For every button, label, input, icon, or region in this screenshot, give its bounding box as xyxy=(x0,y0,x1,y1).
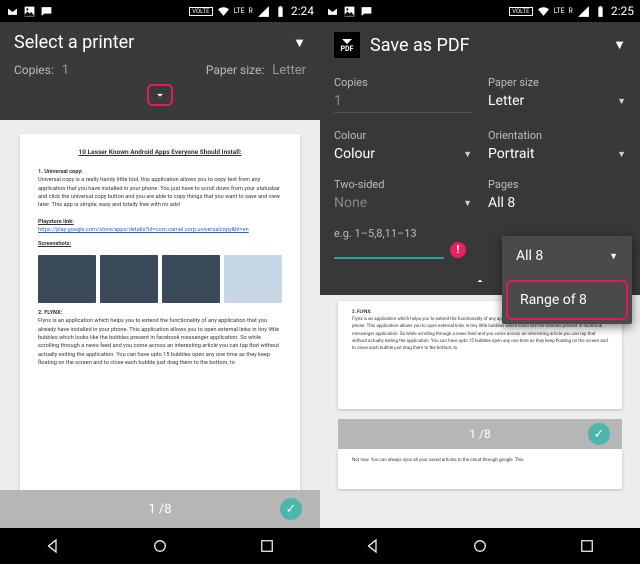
doc-link: https://play.google.com/store/apps/detai… xyxy=(38,226,282,234)
colour-option[interactable]: Colour Colour ▼ xyxy=(334,129,472,162)
papersize-value[interactable]: Letter xyxy=(272,63,306,78)
orientation-label: Orientation xyxy=(488,129,626,142)
copies-value[interactable]: 1 xyxy=(62,63,69,78)
doc-screenshots xyxy=(38,255,282,303)
chevron-down-icon: ▼ xyxy=(613,37,626,53)
android-nav-bar xyxy=(320,528,640,564)
signal-icon xyxy=(257,5,270,18)
chevron-down-icon: ▼ xyxy=(463,149,472,160)
page-footer: 1 /8 ✓ xyxy=(0,490,320,528)
roaming-indicator: R xyxy=(569,7,573,15)
error-icon: ! xyxy=(450,242,466,258)
pages-label: Pages xyxy=(488,178,626,191)
page-counter: 1 /8 xyxy=(148,502,171,517)
papersize-label: Paper size xyxy=(488,76,626,89)
gmail-icon xyxy=(326,5,339,18)
printer-selector[interactable]: Select a printer ▼ xyxy=(14,32,306,53)
roaming-indicator: R xyxy=(249,7,253,15)
phone-left: VOLTE LTE R 2:24 Select a printer ▼ Copi… xyxy=(0,0,320,564)
phone-right: VOLTE LTE R 2:25 PDF Save as PDF ▼ Copie… xyxy=(320,0,640,564)
pages-option-range[interactable]: Range of 8 xyxy=(506,280,628,320)
print-preview[interactable]: 2. FLYNX: Flynx is an application which … xyxy=(320,295,640,528)
chevron-down-icon: ▼ xyxy=(609,251,618,262)
doc-paragraph: Universal copy is a really handy little … xyxy=(38,176,282,210)
doc-paragraph: Flynx is an application which helps you … xyxy=(38,317,282,367)
papersize-label: Paper size: xyxy=(206,63,264,78)
android-nav-bar xyxy=(0,528,320,564)
home-button[interactable] xyxy=(471,537,489,555)
volte-indicator: VOLTE xyxy=(189,7,212,16)
battery-icon xyxy=(274,5,287,18)
status-bar: VOLTE LTE R 2:25 xyxy=(320,0,640,22)
recent-button[interactable] xyxy=(578,537,596,555)
doc-section-heading: 2. FLYNX: xyxy=(38,309,282,317)
twosided-value: None xyxy=(334,195,367,211)
copies-label: Copies xyxy=(334,76,472,89)
doc-paragraph: Not now. You can always sync all your sa… xyxy=(352,457,608,464)
papersize-value: Letter xyxy=(488,93,524,109)
printer-selector[interactable]: PDF Save as PDF ▼ xyxy=(334,32,626,58)
home-button[interactable] xyxy=(151,537,169,555)
papersize-option[interactable]: Paper size Letter ▼ xyxy=(488,76,626,113)
printer-title: Save as PDF xyxy=(370,35,470,56)
wifi-icon xyxy=(217,5,230,18)
doc-section-heading: 1. Universal copy: xyxy=(38,168,282,176)
recent-button[interactable] xyxy=(258,537,276,555)
colour-label: Colour xyxy=(334,129,472,142)
pdf-icon: PDF xyxy=(334,32,360,58)
back-button[interactable] xyxy=(364,537,382,555)
copies-value: 1 xyxy=(334,93,472,113)
status-bar: VOLTE LTE R 2:24 xyxy=(0,0,320,22)
expand-options-button[interactable] xyxy=(147,84,173,106)
print-preview[interactable]: 10 Lesser Known Android Apps Everyone Sh… xyxy=(0,120,320,528)
back-button[interactable] xyxy=(44,537,62,555)
chevron-down-icon: ▼ xyxy=(463,198,472,209)
gmail-icon xyxy=(6,5,19,18)
doc-title: 10 Lesser Known Android Apps Everyone Sh… xyxy=(38,148,282,158)
image-icon xyxy=(343,5,356,18)
page-selected-check[interactable]: ✓ xyxy=(588,423,610,445)
pages-option[interactable]: Pages All 8 xyxy=(488,178,626,211)
print-header: Select a printer ▼ Copies: 1 Paper size:… xyxy=(0,22,320,120)
chevron-down-icon: ▼ xyxy=(617,149,626,160)
page-counter: 1 /8 xyxy=(469,427,490,441)
clock: 2:25 xyxy=(611,4,634,18)
twosided-label: Two-sided xyxy=(334,178,472,191)
colour-value: Colour xyxy=(334,146,375,162)
preview-page: 10 Lesser Known Android Apps Everyone Sh… xyxy=(20,134,300,494)
range-input-group: e.g. 1–5,8,11–13 ! xyxy=(334,227,472,259)
page-footer: 1 /8 ✓ xyxy=(338,419,622,449)
signal-icon xyxy=(577,5,590,18)
volte-indicator: VOLTE xyxy=(509,7,532,16)
pages-value: All 8 xyxy=(488,195,515,211)
preview-page: Not now. You can always sync all your sa… xyxy=(338,449,622,489)
chat-icon xyxy=(360,5,373,18)
lte-indicator: LTE xyxy=(554,7,565,15)
collapse-options-button[interactable] xyxy=(472,275,488,287)
pages-dropdown: All 8▼ Range of 8 xyxy=(502,236,632,324)
page-selected-check[interactable]: ✓ xyxy=(280,498,302,520)
chevron-down-icon: ▼ xyxy=(293,35,306,51)
copies-label: Copies: xyxy=(14,63,54,78)
doc-section-heading: Playstore link: xyxy=(38,218,282,226)
print-header: PDF Save as PDF ▼ xyxy=(320,22,640,68)
range-hint: e.g. 1–5,8,11–13 xyxy=(334,227,472,240)
page-range-input[interactable] xyxy=(334,240,444,259)
print-options-panel: Copies 1 Paper size Letter ▼ Colour Colou… xyxy=(320,68,640,271)
orientation-value: Portrait xyxy=(488,146,534,162)
battery-icon xyxy=(594,5,607,18)
chat-icon xyxy=(40,5,53,18)
chevron-down-icon: ▼ xyxy=(617,96,626,107)
image-icon xyxy=(23,5,36,18)
printer-title: Select a printer xyxy=(14,32,134,53)
copies-option[interactable]: Copies 1 xyxy=(334,76,472,113)
wifi-icon xyxy=(537,5,550,18)
orientation-option[interactable]: Orientation Portrait ▼ xyxy=(488,129,626,162)
lte-indicator: LTE xyxy=(234,7,245,15)
doc-section-heading: Screenshots: xyxy=(38,240,282,248)
twosided-option: Two-sided None ▼ xyxy=(334,178,472,211)
pages-option-all[interactable]: All 8▼ xyxy=(502,236,632,276)
clock: 2:24 xyxy=(291,4,314,18)
